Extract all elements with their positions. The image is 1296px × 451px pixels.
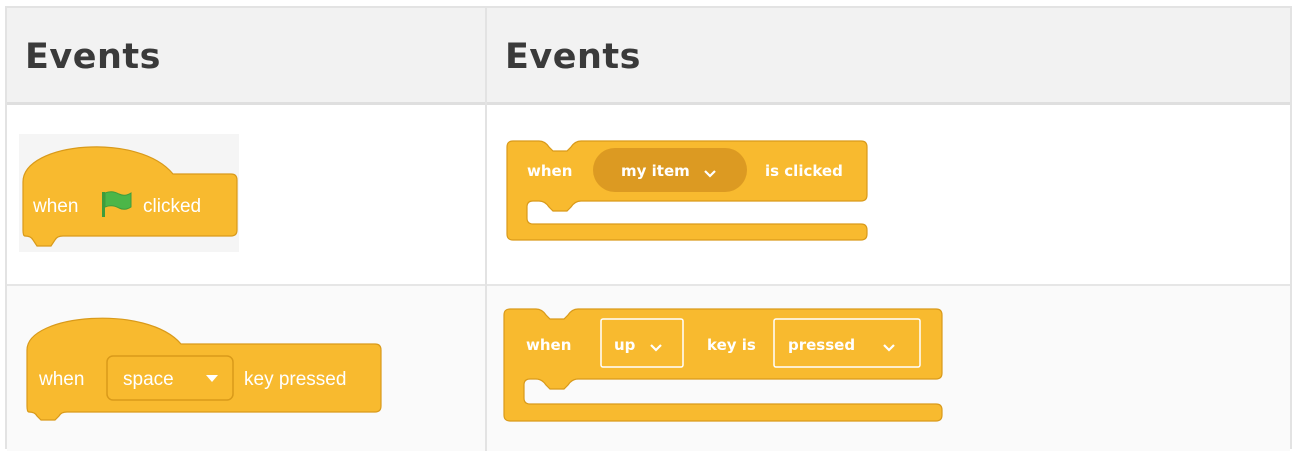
block-key-is-label: key is xyxy=(707,336,756,354)
row-divider xyxy=(7,284,1290,286)
block-key-pressed-label: key pressed xyxy=(244,369,346,390)
block-when-flag-clicked[interactable]: when clicked xyxy=(19,134,239,254)
item-dropdown-label: my item xyxy=(621,162,690,180)
block-when-item-clicked[interactable]: when my item is clicked xyxy=(506,140,869,251)
key-dropdown-label: up xyxy=(614,336,636,354)
events-comparison-table: Events Events when clicked when my item … xyxy=(5,6,1292,451)
state-dropdown-label: pressed xyxy=(788,336,855,354)
block-when-key-pressed[interactable]: when space key pressed xyxy=(19,310,385,421)
table-header-row: Events Events xyxy=(7,8,1290,105)
header-left-title: Events xyxy=(25,37,161,77)
header-right-title: Events xyxy=(505,37,641,77)
block-when-key-is-pressed[interactable]: when up key is pressed xyxy=(503,308,944,433)
block-when-label: when xyxy=(527,162,572,180)
block-when-label: when xyxy=(38,369,84,390)
block-when-label: when xyxy=(526,336,571,354)
block-when-label: when xyxy=(32,196,78,217)
column-divider xyxy=(485,8,487,451)
block-is-clicked-label: is clicked xyxy=(765,162,843,180)
key-dropdown-label: space xyxy=(123,369,174,390)
block-clicked-label: clicked xyxy=(143,196,201,217)
